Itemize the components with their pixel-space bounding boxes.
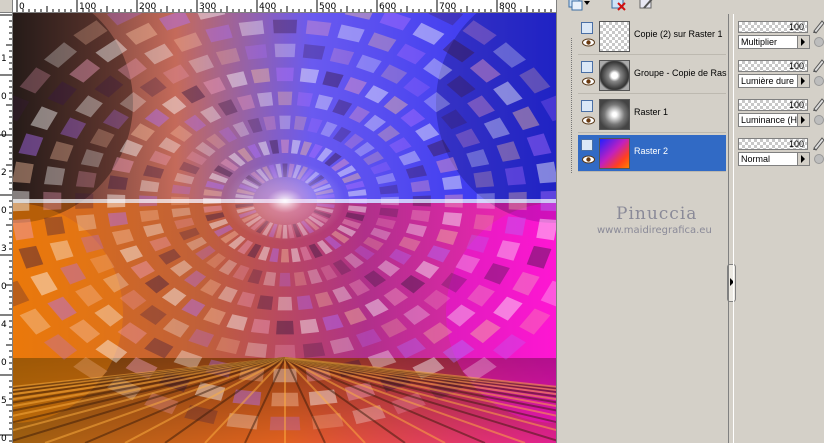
ruler-tick-label: 3 — [1, 244, 7, 254]
opacity-slider[interactable]: 100 — [738, 21, 808, 33]
ruler-tick-label: 0 — [1, 92, 7, 102]
ruler-tick-label: 0 — [1, 206, 7, 216]
ruler-tick-label: 500 — [319, 2, 336, 12]
watermark-url: www.maidiregrafica.eu — [597, 225, 712, 236]
ruler-tick-label: 0 — [1, 434, 7, 443]
layer-thumbnail — [599, 99, 630, 130]
blend-mode-select[interactable]: Lumière dure — [738, 74, 810, 88]
ruler-tick-label: 2 — [1, 168, 7, 178]
pencil-icon[interactable] — [812, 57, 824, 73]
layer-type-icon — [581, 22, 593, 34]
ruler-tick-label: 400 — [259, 2, 276, 12]
lock-icon[interactable] — [814, 115, 824, 125]
layer-thumbnail — [599, 138, 630, 169]
layer-thumbnail — [599, 21, 630, 52]
ruler-horizontal: 0 100 200 300 400 500 600 700 800 — [13, 0, 556, 13]
watermark-title: Pinuccia — [616, 204, 698, 224]
palette-toolbar — [562, 0, 824, 14]
layer-row[interactable]: Raster 1 — [578, 96, 726, 133]
ruler-tick-label: 0 — [19, 2, 25, 12]
pencil-icon[interactable] — [812, 96, 824, 112]
chevron-down-icon[interactable] — [583, 0, 601, 12]
lock-icon[interactable] — [814, 154, 824, 164]
ruler-tick-label: 800 — [499, 2, 516, 12]
ruler-tick-label: 4 — [1, 320, 7, 330]
eye-icon[interactable] — [582, 77, 595, 86]
new-layer-icon[interactable] — [566, 0, 584, 12]
ruler-tick-label: 1 — [1, 54, 7, 64]
layers-palette: Copie (2) sur Raster 1 Groupe - Copie de… — [562, 0, 824, 443]
blend-mode-select[interactable]: Multiplier — [738, 35, 810, 49]
layer-properties-row: 100 Luminance (H) — [736, 96, 824, 133]
layer-name: Raster 1 — [634, 107, 669, 117]
layer-type-icon — [581, 100, 593, 112]
layer-row[interactable]: Copie (2) sur Raster 1 — [578, 18, 726, 55]
eye-icon[interactable] — [582, 155, 595, 164]
layer-row[interactable]: Groupe - Copie de Ras — [578, 57, 727, 94]
ruler-tick-label: 0 — [1, 282, 7, 292]
layer-properties-row: 100 Multiplier — [736, 18, 824, 55]
ruler-vertical: 1 0 0 2 0 3 0 4 0 5 0 — [0, 13, 13, 443]
ruler-tick-label: 600 — [379, 2, 396, 12]
layer-type-icon — [581, 139, 593, 151]
eye-icon[interactable] — [582, 38, 595, 47]
ruler-tick-label: 5 — [1, 396, 7, 406]
ruler-tick-label: 300 — [199, 2, 216, 12]
layer-name: Raster 2 — [634, 146, 669, 156]
layer-row-selected[interactable]: Raster 2 — [578, 135, 726, 172]
pencil-icon[interactable] — [812, 135, 824, 151]
opacity-slider[interactable]: 100 — [738, 99, 808, 111]
ruler-tick-label: 0 — [1, 358, 7, 368]
blend-mode-select[interactable]: Normal — [738, 152, 810, 166]
blend-mode-select[interactable]: Luminance (H) — [738, 113, 810, 127]
delete-layer-icon[interactable] — [610, 0, 628, 12]
layer-name: Groupe - Copie de Ras — [634, 68, 727, 78]
ruler-corner — [0, 0, 13, 13]
layer-type-icon — [581, 61, 593, 73]
pencil-icon[interactable] — [812, 18, 824, 34]
layer-properties-row: 100 Normal — [736, 135, 824, 172]
lock-icon[interactable] — [814, 37, 824, 47]
layer-properties-row: 100 Lumière dure — [736, 57, 824, 94]
layers-list: Copie (2) sur Raster 1 Groupe - Copie de… — [564, 14, 736, 443]
ruler-tick-label: 0 — [1, 130, 7, 140]
image-canvas[interactable] — [13, 13, 556, 443]
layer-properties: 100 Multiplier 100 Lumière dure 100 Lumi… — [734, 14, 824, 443]
opacity-slider[interactable]: 100 — [738, 60, 808, 72]
ruler-tick-label: 100 — [79, 2, 96, 12]
eye-icon[interactable] — [582, 116, 595, 125]
ruler-tick-label: 700 — [439, 2, 456, 12]
lock-icon[interactable] — [814, 76, 824, 86]
layer-thumbnail — [599, 60, 630, 91]
layer-name: Copie (2) sur Raster 1 — [634, 29, 723, 39]
opacity-slider[interactable]: 100 — [738, 138, 808, 150]
properties-icon[interactable] — [638, 0, 656, 12]
ruler-tick-label: 200 — [139, 2, 156, 12]
